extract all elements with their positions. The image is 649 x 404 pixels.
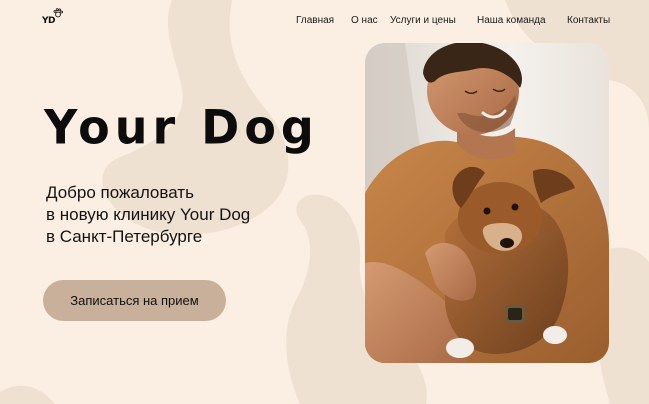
brand-title: Your Dog	[44, 99, 319, 155]
nav-item-services[interactable]: Услуги и цены	[390, 14, 456, 28]
welcome-line-1: Добро пожаловать	[46, 183, 194, 202]
nav-item-about[interactable]: О нас	[351, 14, 378, 28]
nav-item-home[interactable]: Главная	[296, 14, 334, 28]
welcome-line-2: в новую клинику Your Dog	[46, 205, 251, 224]
welcome-text: Добро пожаловать в новую клинику Your Do…	[46, 182, 346, 248]
man-with-puppy-photo	[365, 43, 609, 363]
book-appointment-button[interactable]: Записаться на прием	[43, 280, 226, 321]
hero-photo	[365, 43, 609, 363]
welcome-line-3: в Санкт-Петербурге	[46, 227, 203, 246]
nav-item-contacts[interactable]: Контакты	[567, 14, 610, 28]
nav-item-team[interactable]: Наша команда	[477, 14, 546, 28]
main-nav: Главная О нас Услуги и цены Наша команда…	[0, 14, 649, 28]
